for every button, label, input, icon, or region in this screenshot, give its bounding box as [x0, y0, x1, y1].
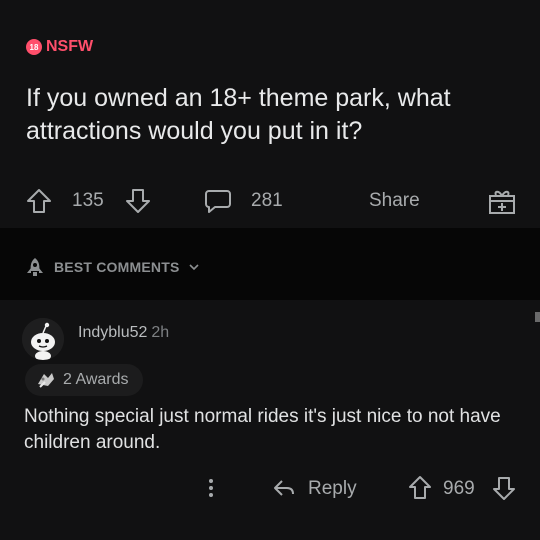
awards-count: 2 Awards — [63, 371, 129, 388]
nsfw-label: NSFW — [46, 38, 94, 55]
reply-arrow-icon[interactable] — [272, 477, 296, 499]
awards-chip[interactable]: 2 Awards — [25, 364, 143, 396]
post-actions: 135 281 Share — [0, 180, 540, 220]
upvote-icon[interactable] — [26, 188, 52, 214]
reply-button[interactable]: Reply — [308, 478, 357, 500]
award-icon — [35, 370, 57, 390]
comment-actions: Reply 969 — [0, 470, 540, 506]
comment-age: 2h — [151, 324, 170, 341]
comment-upvote-icon[interactable] — [408, 475, 432, 501]
author-name[interactable]: Indyblu52 — [78, 324, 147, 341]
chevron-down-icon — [188, 261, 200, 273]
share-button[interactable]: Share — [369, 190, 420, 212]
nsfw-tag: 18 NSFW — [26, 38, 93, 56]
post-title[interactable]: If you owned an 18+ theme park, what att… — [26, 82, 506, 148]
post-card: 18 NSFW If you owned an 18+ theme park, … — [0, 0, 540, 228]
award-gift-icon[interactable] — [487, 186, 517, 216]
scrollbar[interactable] — [535, 312, 540, 322]
rocket-icon — [24, 256, 46, 278]
comment-downvote-icon[interactable] — [492, 475, 516, 501]
post-comment-count[interactable]: 281 — [251, 190, 283, 212]
comment-body: Nothing special just normal rides it's j… — [24, 406, 501, 453]
more-options-icon[interactable] — [206, 476, 216, 500]
sort-selector[interactable]: BEST COMMENTS — [24, 256, 200, 278]
comment-score: 969 — [443, 478, 475, 499]
comment-bubble-icon[interactable] — [204, 188, 232, 214]
post-vote-count: 135 — [72, 190, 104, 211]
sort-label: BEST COMMENTS — [54, 259, 180, 275]
nsfw-18-icon: 18 — [26, 39, 42, 55]
comment-author[interactable]: Indyblu52 2h — [78, 324, 169, 342]
avatar[interactable] — [22, 318, 64, 360]
downvote-icon[interactable] — [125, 188, 151, 214]
